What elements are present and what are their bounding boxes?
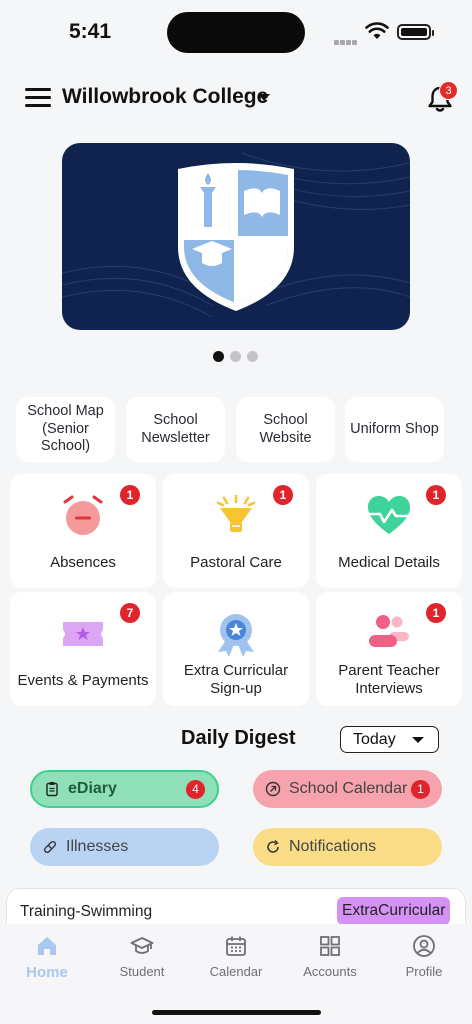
carousel-dots[interactable] (213, 349, 264, 367)
status-bar: 5:41 (0, 0, 472, 64)
calendar-icon (265, 781, 281, 797)
quick-link-website[interactable]: School Website (236, 397, 335, 462)
wifi-icon (365, 22, 389, 39)
digest-item-title: Training-Swimming (20, 903, 153, 920)
grid-icon (320, 936, 340, 956)
tile-label: Parent Teacher Interviews (338, 662, 440, 697)
school-crest-banner[interactable] (62, 143, 410, 330)
refresh-icon (267, 840, 279, 853)
dynamic-island (167, 12, 305, 53)
carousel-dot-active[interactable] (213, 351, 224, 362)
chevron-down-icon (412, 737, 424, 743)
tab-student[interactable]: Student (97, 934, 187, 979)
tile-badge: 1 (120, 485, 140, 505)
quick-link-newsletter[interactable]: School Newsletter (126, 397, 225, 462)
filter-count-badge: 4 (186, 780, 205, 799)
funnel-light-icon (216, 494, 256, 532)
carousel-dot[interactable] (230, 351, 241, 362)
digest-range-select[interactable]: Today (340, 726, 439, 753)
daily-digest-title: Daily Digest (181, 727, 296, 749)
tile-medical-details[interactable]: 1 Medical Details (316, 474, 462, 588)
quick-link-uniform-shop[interactable]: Uniform Shop (345, 397, 444, 462)
filter-illnesses[interactable]: Illnesses (30, 828, 219, 866)
alarm-clock-icon (63, 495, 103, 535)
clipboard-icon (46, 782, 58, 797)
filter-count-badge: 1 (411, 780, 430, 799)
filter-school-calendar[interactable]: School Calendar 1 (253, 770, 442, 808)
calendar-icon (226, 936, 246, 956)
pill-icon (43, 840, 57, 854)
tab-accounts[interactable]: Accounts (285, 934, 375, 979)
tab-profile[interactable]: Profile (379, 934, 469, 979)
bottom-tab-bar: Home Student Calendar Accounts Profile (0, 924, 472, 1024)
graduation-cap-icon (130, 937, 154, 954)
app-header: Willowbrook College (0, 76, 472, 120)
ticket-icon (63, 622, 103, 646)
tab-home[interactable]: Home (2, 934, 92, 981)
battery-icon (397, 24, 434, 40)
heart-pulse-icon (368, 496, 410, 534)
tile-pastoral-care[interactable]: 1 Pastoral Care (163, 474, 309, 588)
status-time: 5:41 (69, 20, 112, 43)
home-icon (38, 937, 56, 955)
hamburger-menu-icon[interactable] (25, 88, 51, 108)
tile-label: Events & Payments (17, 672, 149, 689)
crest-image (62, 152, 410, 318)
tile-absences[interactable]: 1 Absences (10, 474, 156, 588)
tile-badge: 7 (120, 603, 140, 623)
tile-label: Extra Curricular Sign-up (183, 662, 289, 697)
tab-calendar[interactable]: Calendar (191, 934, 281, 979)
tile-parent-teacher-interviews[interactable]: 1 Parent Teacher Interviews (316, 592, 462, 706)
tile-events-payments[interactable]: 7 Events & Payments (10, 592, 156, 706)
award-ribbon-icon (218, 614, 254, 657)
tile-label: Medical Details (338, 554, 440, 571)
notification-badge: 3 (439, 81, 458, 100)
school-switcher[interactable]: Willowbrook College (62, 85, 268, 109)
tile-label: Absences (50, 554, 116, 571)
digest-item-tag: ExtraCurricular (337, 897, 451, 925)
cellular-signal-icon (334, 32, 358, 50)
filter-ediary[interactable]: eDiary 4 (30, 770, 219, 808)
tile-badge: 1 (273, 485, 293, 505)
chevron-down-icon[interactable] (258, 94, 270, 101)
tile-label: Pastoral Care (190, 554, 282, 571)
quick-link-school-map[interactable]: School Map (Senior School) (16, 397, 115, 462)
carousel-dot[interactable] (247, 351, 258, 362)
filter-notifications[interactable]: Notifications (253, 828, 442, 866)
tile-badge: 1 (426, 485, 446, 505)
tile-extra-curricular-signup[interactable]: Extra Curricular Sign-up (163, 592, 309, 706)
user-circle-icon (413, 935, 435, 957)
people-chat-icon (369, 615, 409, 647)
home-indicator[interactable] (152, 1010, 321, 1015)
tile-badge: 1 (426, 603, 446, 623)
